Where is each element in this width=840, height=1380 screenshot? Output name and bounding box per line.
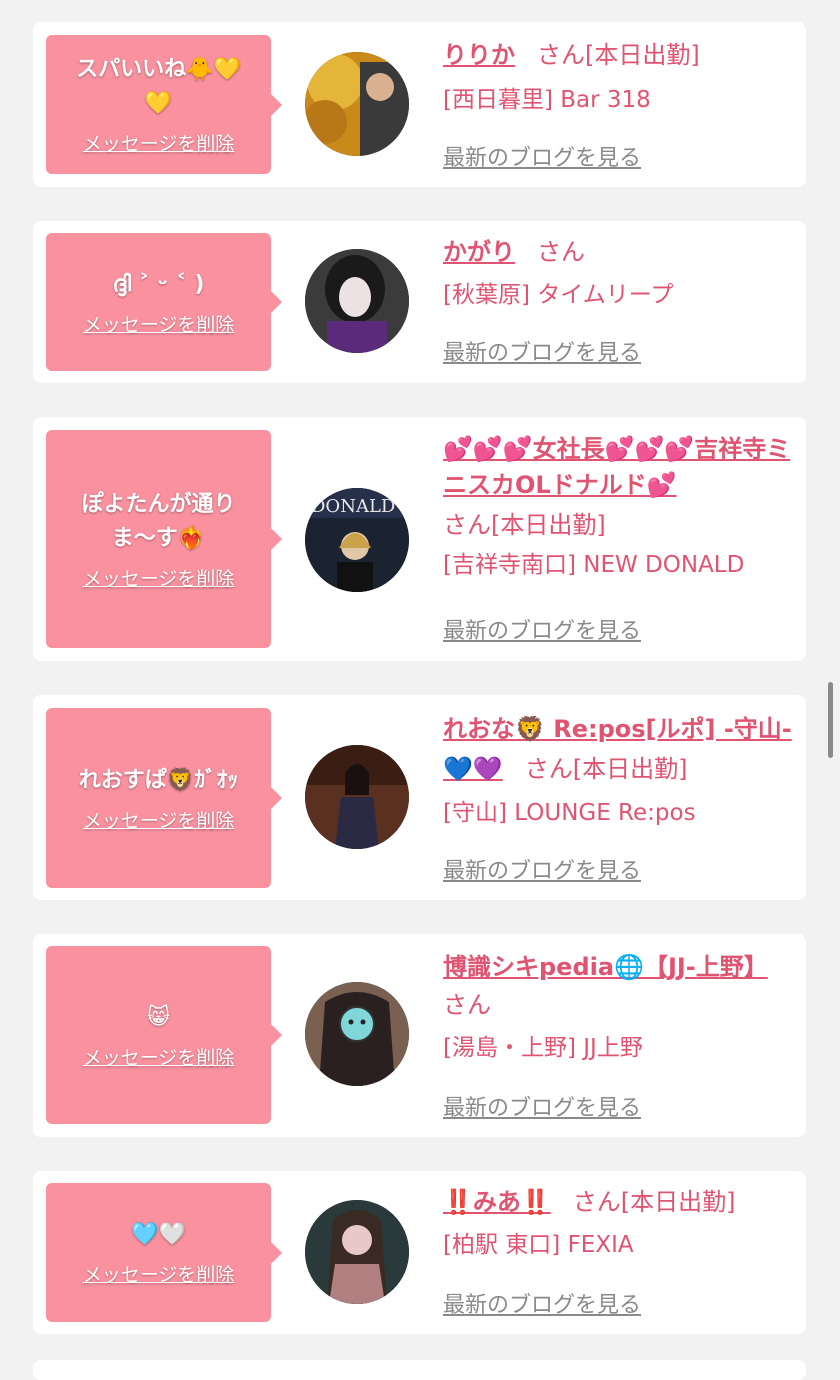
message-text: スパいいね🐥💛 💛 [76, 57, 241, 116]
shop-name: [柏駅 東口] FEXIA [443, 1232, 634, 1258]
message-bubble: スパいいね🐥💛 💛 メッセージを削除 [46, 35, 282, 174]
avatar[interactable] [305, 745, 409, 849]
message-card: ദ്ദി ˃ ᵕ ˂ ) メッセージを削除 かがり さん [秋葉原] タイムリープ… [33, 221, 806, 383]
name-line: りりか さん[本日出勤] [443, 36, 796, 74]
name-line: かがり さん [443, 233, 796, 271]
avatar[interactable] [305, 1200, 409, 1304]
message-card: ぽよたんが通り ま〜す❤️‍🔥 メッセージを削除 DONALD 💕💕💕女社長💕💕… [33, 417, 806, 661]
shop-name: [守山] LOUNGE Re:pos [443, 800, 696, 826]
cast-name-link[interactable]: かがり [443, 238, 515, 266]
cast-name-link[interactable]: ‼️みあ‼️ [443, 1188, 551, 1216]
cast-info: 博識シキpedia🌐【JJ-上野】さん [湯島・上野] JJ上野 最新のブログを… [443, 948, 796, 1121]
cast-name-link[interactable]: 💕💕💕女社長💕💕💕吉祥寺ミニスカOLドナルド💕 [443, 435, 790, 499]
delete-message-link[interactable]: メッセージを削除 [83, 564, 235, 591]
shop-name: [西日暮里] Bar 318 [443, 87, 651, 113]
message-text: 🩵🤍 [131, 1222, 186, 1247]
delete-message-link[interactable]: メッセージを削除 [83, 1043, 235, 1070]
cast-info: 💕💕💕女社長💕💕💕吉祥寺ミニスカOLドナルド💕 さん[本日出勤] [吉祥寺南口]… [443, 431, 796, 644]
blog-link[interactable]: 最新のブログを見る [443, 853, 641, 885]
shop-name: [秋葉原] タイムリープ [443, 282, 674, 308]
message-bubble: 😸 メッセージを削除 [46, 946, 282, 1124]
cast-suffix: さん[本日出勤] [537, 41, 700, 69]
blog-link[interactable]: 最新のブログを見る [443, 1090, 641, 1122]
blog-link[interactable]: 最新のブログを見る [443, 335, 641, 367]
cast-suffix: さん[本日出勤] [572, 1188, 736, 1216]
message-text: れおすぱ🦁ｶﾞｵｯ [78, 767, 239, 793]
message-bubble: 🩵🤍 メッセージを削除 [46, 1183, 282, 1322]
message-card: 🩵🤍 メッセージを削除 ‼️みあ‼️ さん[本日出勤] [柏駅 東口] FEXIA… [33, 1171, 806, 1334]
cast-info: かがり さん [秋葉原] タイムリープ 最新のブログを見る [443, 233, 796, 366]
avatar[interactable] [305, 982, 409, 1086]
message-card: 😸 メッセージを削除 博識シキpedia🌐【JJ-上野】さん [湯島・上野] J… [33, 934, 806, 1137]
delete-message-link[interactable]: メッセージを削除 [83, 1260, 235, 1287]
name-line: れおな🦁 Re:pos[ルポ] -守山-💙💜 さん[本日出勤] [443, 709, 796, 789]
message-card-partial [33, 1360, 806, 1380]
blog-link[interactable]: 最新のブログを見る [443, 613, 641, 645]
cast-name-link[interactable]: 博識シキpedia🌐【JJ-上野】 [443, 953, 768, 981]
delete-message-link[interactable]: メッセージを削除 [83, 129, 235, 156]
cast-info: ‼️みあ‼️ さん[本日出勤] [柏駅 東口] FEXIA 最新のブログを見る [443, 1183, 796, 1318]
name-line: ‼️みあ‼️ さん[本日出勤] [443, 1183, 796, 1221]
message-text: ぽよたんが通り ま〜す❤️‍🔥 [81, 491, 236, 551]
cast-info: りりか さん[本日出勤] [西日暮里] Bar 318 最新のブログを見る [443, 36, 796, 171]
avatar[interactable]: DONALD [305, 488, 409, 592]
message-text: ദ്ദി ˃ ᵕ ˂ ) [112, 271, 205, 297]
cast-name-link[interactable]: りりか [443, 41, 515, 69]
blog-link[interactable]: 最新のブログを見る [443, 140, 641, 172]
cast-info: れおな🦁 Re:pos[ルポ] -守山-💙💜 さん[本日出勤] [守山] LOUN… [443, 709, 796, 884]
cast-suffix: さん[本日出勤] [524, 755, 688, 783]
svg-text:DONALD: DONALD [311, 496, 395, 517]
avatar[interactable] [305, 52, 409, 156]
message-card: スパいいね🐥💛 💛 メッセージを削除 りりか さん[本日出勤] [西日暮里] Ba… [33, 22, 806, 187]
blog-link[interactable]: 最新のブログを見る [443, 1287, 641, 1319]
cast-suffix: さん[本日出勤] [443, 511, 606, 539]
name-line: 博識シキpedia🌐【JJ-上野】さん [443, 948, 796, 1024]
delete-message-link[interactable]: メッセージを削除 [83, 806, 235, 833]
scrollbar[interactable] [828, 682, 833, 758]
message-bubble: ദ്ദി ˃ ᵕ ˂ ) メッセージを削除 [46, 233, 282, 371]
avatar[interactable] [305, 249, 409, 353]
message-text: 😸 [147, 1004, 170, 1030]
message-bubble: ぽよたんが通り ま〜す❤️‍🔥 メッセージを削除 [46, 430, 282, 648]
message-bubble: れおすぱ🦁ｶﾞｵｯ メッセージを削除 [46, 708, 282, 888]
cast-suffix: さん [443, 991, 491, 1019]
message-card: れおすぱ🦁ｶﾞｵｯ メッセージを削除 れおな🦁 Re:pos[ルポ] -守山-💙… [33, 695, 806, 900]
shop-name: [湯島・上野] JJ上野 [443, 1035, 643, 1061]
shop-name: [吉祥寺南口] NEW DONALD [443, 552, 745, 578]
cast-suffix: さん [537, 238, 585, 266]
delete-message-link[interactable]: メッセージを削除 [83, 310, 235, 337]
name-line: 💕💕💕女社長💕💕💕吉祥寺ミニスカOLドナルド💕 [443, 431, 796, 503]
